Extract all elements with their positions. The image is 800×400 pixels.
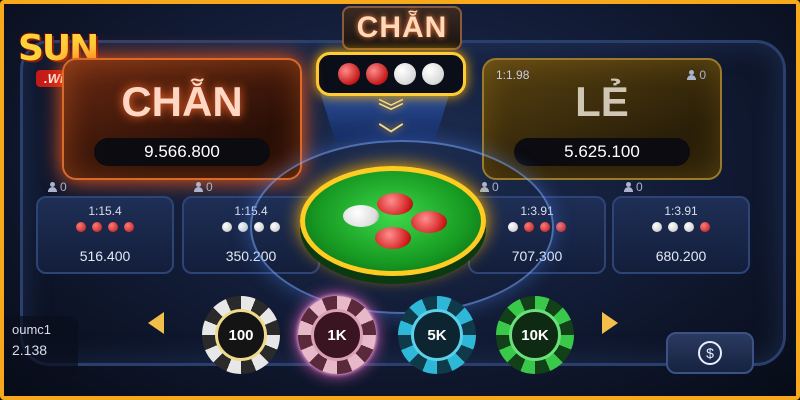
payout-ratio: 1:3.91 bbox=[664, 204, 698, 218]
chip-100[interactable]: 100 bbox=[202, 296, 280, 374]
chip-5k[interactable]: 5K bbox=[398, 296, 476, 374]
player-info: oumc1 2.138 bbox=[4, 316, 78, 376]
chip-label: 100 bbox=[215, 309, 267, 361]
combo-dot bbox=[668, 222, 678, 232]
person-icon bbox=[624, 182, 633, 192]
combo-dots bbox=[614, 222, 748, 232]
result-ball bbox=[366, 63, 388, 85]
cash-button[interactable]: $ bbox=[666, 332, 754, 374]
plate-disk bbox=[411, 211, 447, 233]
plate-disk bbox=[343, 205, 379, 227]
combo-dot bbox=[684, 222, 694, 232]
player-name: oumc1 bbox=[12, 322, 52, 337]
player-count: 0 bbox=[48, 180, 67, 194]
arrow-right-icon[interactable] bbox=[602, 312, 618, 334]
plate-disk bbox=[375, 227, 411, 249]
combo-dot bbox=[92, 222, 102, 232]
dice-plate bbox=[300, 166, 486, 276]
game-stage: SUN .Win CHẴN ︾ ﹀ CHẴN 9.566.800 1:1.98 … bbox=[0, 0, 800, 400]
bet-amount: 680.200 bbox=[655, 248, 707, 264]
result-ball bbox=[338, 63, 360, 85]
bet-amount-le: 5.625.100 bbox=[514, 138, 690, 166]
chevron-down-icon: ︾ bbox=[378, 97, 405, 127]
combo-dot bbox=[556, 222, 566, 232]
result-ball bbox=[422, 63, 444, 85]
small-bet-panel[interactable]: 1:3.91 680.200 bbox=[612, 196, 750, 274]
combo-dot bbox=[700, 222, 710, 232]
dollar-cycle-icon: $ bbox=[698, 341, 722, 365]
player-count: 0 bbox=[624, 180, 643, 194]
combo-dot bbox=[238, 222, 248, 232]
result-ball bbox=[394, 63, 416, 85]
bet-panel-chan[interactable]: CHẴN 9.566.800 bbox=[62, 58, 302, 180]
arrow-left-icon[interactable] bbox=[148, 312, 164, 334]
bet-amount: 516.400 bbox=[79, 248, 131, 264]
player-balance: 2.138 bbox=[12, 342, 48, 358]
chip-10k[interactable]: 10K bbox=[496, 296, 574, 374]
small-bet-panel[interactable]: 1:15.4 516.400 bbox=[36, 196, 174, 274]
result-title: CHẴN bbox=[342, 6, 462, 50]
person-icon bbox=[194, 182, 203, 192]
chip-label: 10K bbox=[509, 309, 561, 361]
person-icon bbox=[48, 182, 57, 192]
combo-dot bbox=[108, 222, 118, 232]
player-count: 0 bbox=[194, 180, 213, 194]
chip-label: 5K bbox=[411, 309, 463, 361]
plate-disk bbox=[377, 193, 413, 215]
combo-dots bbox=[38, 222, 172, 232]
combo-dot bbox=[222, 222, 232, 232]
result-dice bbox=[316, 52, 466, 96]
chip-label: 1K bbox=[311, 309, 363, 361]
bet-label-le: LẺ bbox=[575, 78, 629, 125]
bet-panel-le[interactable]: 1:1.98 0 LẺ 5.625.100 bbox=[482, 58, 722, 180]
payout-ratio: 1:15.4 bbox=[88, 204, 122, 218]
combo-dot bbox=[652, 222, 662, 232]
bet-amount-chan: 9.566.800 bbox=[94, 138, 270, 166]
bet-label-chan: CHẴN bbox=[121, 78, 243, 125]
combo-dot bbox=[76, 222, 86, 232]
chip-1k[interactable]: 1K bbox=[298, 296, 376, 374]
combo-dot bbox=[124, 222, 134, 232]
svg-text:$: $ bbox=[706, 345, 714, 361]
